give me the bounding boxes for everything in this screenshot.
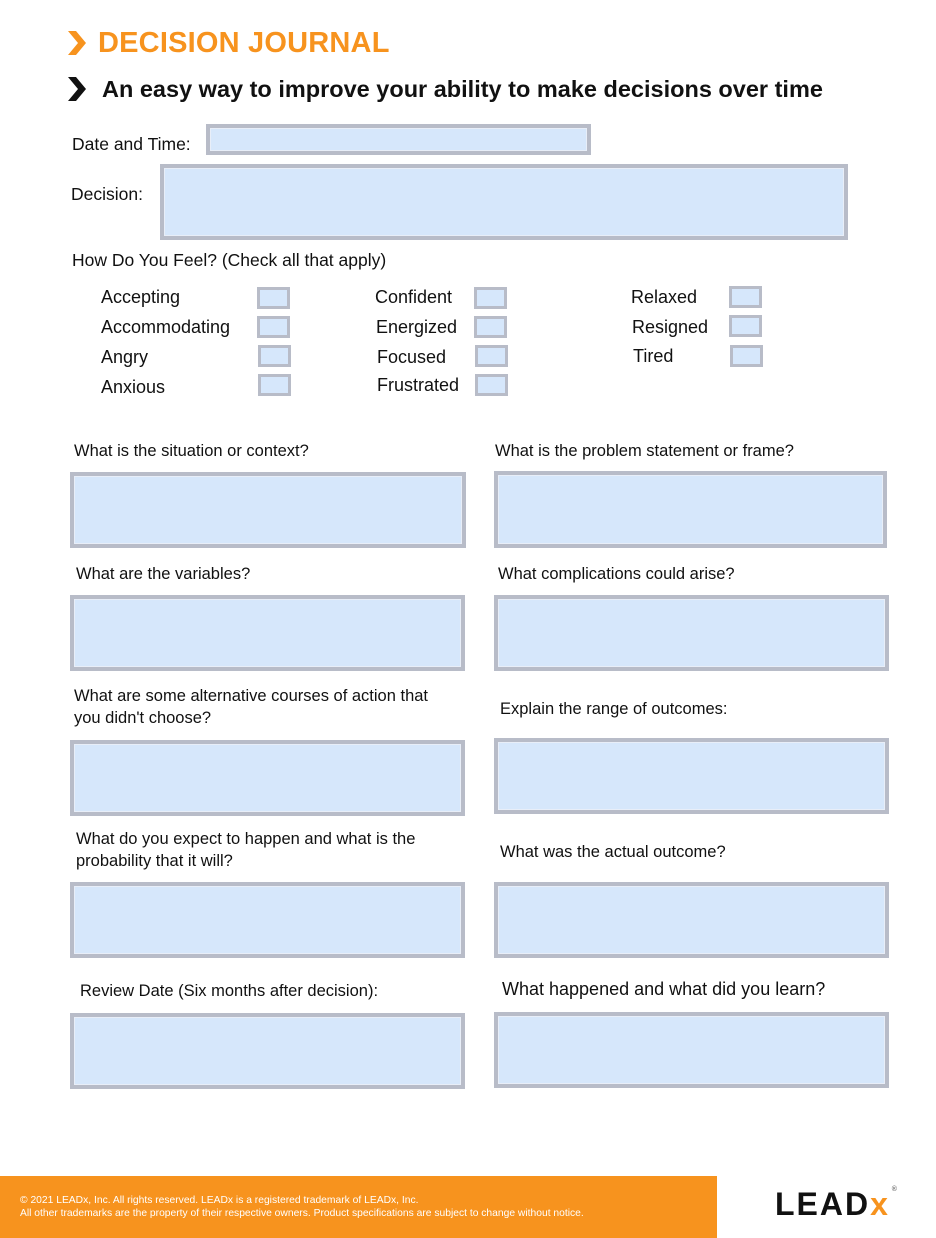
question-input-problem[interactable] (498, 475, 883, 544)
registered-mark: ® (891, 1186, 897, 1193)
question-field-actual-outcome[interactable] (494, 882, 889, 958)
logo-accent-text: x (870, 1186, 890, 1222)
question-input-situation[interactable] (74, 476, 462, 544)
feeling-checkbox-tired[interactable] (730, 345, 763, 367)
decision-label: Decision: (71, 184, 143, 204)
question-field-variables[interactable] (70, 595, 465, 671)
question-field-review-date[interactable] (70, 1013, 465, 1089)
date-time-input[interactable] (210, 128, 587, 151)
feeling-label-frustrated: Frustrated (377, 375, 460, 395)
footer-trademarks: All other trademarks are the property of… (20, 1208, 584, 1219)
page-subtitle: An easy way to improve your ability to m… (102, 75, 823, 102)
question-label-learned: What happened and what did you learn? (502, 979, 826, 999)
question-input-expectation[interactable] (74, 886, 461, 954)
question-field-problem[interactable] (494, 471, 887, 548)
leadx-logo: LEADx ® (775, 1186, 897, 1223)
title-row: DECISION JOURNAL (66, 26, 390, 60)
feeling-checkbox-angry[interactable] (258, 345, 291, 367)
question-field-situation[interactable] (70, 472, 466, 548)
question-label-outcomes-range: Explain the range of outcomes: (500, 700, 728, 718)
question-input-actual-outcome[interactable] (498, 886, 885, 954)
feeling-checkbox-focused[interactable] (475, 345, 508, 367)
question-field-expectation[interactable] (70, 882, 465, 958)
question-input-outcomes-range[interactable] (498, 742, 885, 810)
question-field-complications[interactable] (494, 595, 889, 671)
feeling-checkbox-frustrated[interactable] (475, 374, 508, 396)
feeling-label-focused: Focused (377, 347, 447, 367)
question-label-variables: What are the variables? (76, 565, 251, 583)
date-time-field[interactable] (206, 124, 591, 155)
feeling-label-anxious: Anxious (101, 377, 166, 397)
question-label-review-date: Review Date (Six months after decision): (80, 982, 379, 1000)
feeling-checkbox-anxious[interactable] (258, 374, 291, 396)
question-label-expectation: What do you expect to happen and what is… (76, 830, 416, 870)
chevron-right-icon (68, 31, 86, 55)
question-label-actual-outcome: What was the actual outcome? (500, 843, 726, 861)
chevron-right-icon (68, 77, 86, 101)
feeling-label-accepting: Accepting (101, 287, 181, 307)
question-field-outcomes-range[interactable] (494, 738, 889, 814)
question-input-alternatives[interactable] (74, 744, 461, 812)
question-field-learned[interactable] (494, 1012, 889, 1088)
question-label-complications: What complications could arise? (498, 565, 735, 583)
feeling-label-relaxed: Relaxed (631, 287, 698, 307)
question-label-alternatives: What are some alternative courses of act… (74, 687, 429, 727)
question-field-alternatives[interactable] (70, 740, 465, 816)
feeling-label-resigned: Resigned (632, 317, 709, 337)
footer-legal-text: © 2021 LEADx, Inc. All rights reserved. … (20, 1194, 584, 1220)
feeling-label-confident: Confident (375, 287, 453, 307)
feeling-label-angry: Angry (101, 347, 149, 367)
feeling-checkbox-accommodating[interactable] (257, 316, 290, 338)
question-label-situation: What is the situation or context? (74, 442, 309, 460)
decision-input[interactable] (164, 168, 844, 236)
decision-field[interactable] (160, 164, 848, 240)
feeling-checkbox-energized[interactable] (474, 316, 507, 338)
date-time-label: Date and Time: (72, 134, 191, 154)
question-label-problem: What is the problem statement or frame? (495, 442, 794, 460)
feelings-label: How Do You Feel? (Check all that apply) (72, 250, 387, 270)
feeling-checkbox-relaxed[interactable] (729, 286, 762, 308)
question-input-learned[interactable] (498, 1016, 885, 1084)
feeling-label-accommodating: Accommodating (101, 317, 231, 337)
feeling-label-tired: Tired (633, 346, 674, 366)
footer-copyright: © 2021 LEADx, Inc. All rights reserved. … (20, 1195, 419, 1206)
feeling-label-energized: Energized (376, 317, 458, 337)
feeling-checkbox-accepting[interactable] (257, 287, 290, 309)
question-input-review-date[interactable] (74, 1017, 461, 1085)
question-input-complications[interactable] (498, 599, 885, 667)
feeling-checkbox-confident[interactable] (474, 287, 507, 309)
feeling-checkbox-resigned[interactable] (729, 315, 762, 337)
page-title: DECISION JOURNAL (98, 26, 390, 59)
subtitle-row: An easy way to improve your ability to m… (66, 74, 823, 104)
logo-main-text: LEAD (775, 1186, 871, 1222)
question-input-variables[interactable] (74, 599, 461, 667)
